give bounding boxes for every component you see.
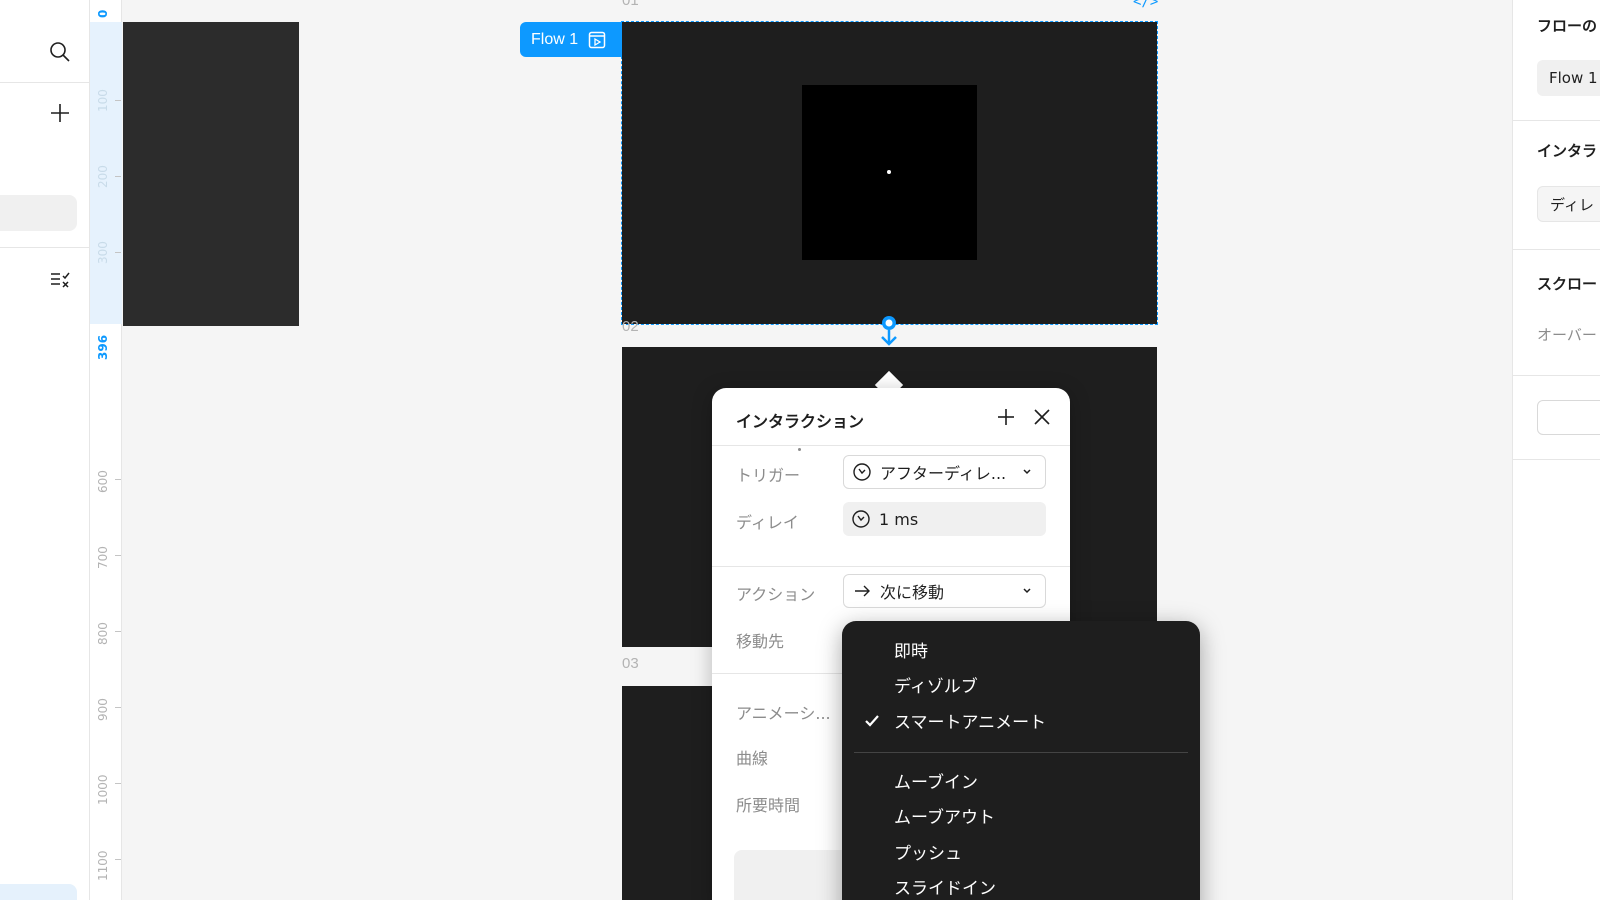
menu-item-instant[interactable]: 即時 <box>842 632 1200 667</box>
menu-item-label: ディゾルブ <box>894 677 978 697</box>
side-frame[interactable] <box>123 22 299 326</box>
interaction-section-title: インタラ <box>1537 142 1598 160</box>
ruler-label: 100 <box>96 89 110 112</box>
plus-icon <box>998 409 1014 425</box>
timer-icon <box>852 510 870 528</box>
menu-item-move-out[interactable]: ムーブアウト <box>842 798 1200 833</box>
interaction-chip-label: ディレ <box>1550 195 1594 214</box>
duration-label: 所要時間 <box>736 796 801 815</box>
scroll-indicator <box>798 448 801 451</box>
menu-divider <box>854 752 1188 753</box>
ruler-origin-label: 0 <box>96 9 110 18</box>
popup-title: インタラクション <box>736 412 865 431</box>
plus-icon[interactable] <box>48 101 72 125</box>
ruler-label: 300 <box>96 241 110 264</box>
search-icon[interactable] <box>48 40 72 64</box>
chevron-down-icon <box>1023 469 1031 475</box>
prototype-play-icon <box>588 31 606 48</box>
popup-header: インタラクション <box>712 388 1070 451</box>
selected-row[interactable] <box>0 884 77 900</box>
frame-label-02: 02 <box>622 318 639 335</box>
menu-item-label: ムーブアウト <box>894 808 995 828</box>
center-dot <box>887 170 891 174</box>
divider <box>1513 459 1600 460</box>
trigger-label: トリガー <box>736 466 801 485</box>
ruler-selection-end-label: 396 <box>96 334 110 360</box>
divider <box>0 247 90 248</box>
animation-label: アニメーシ... <box>736 704 831 723</box>
frame-01[interactable] <box>621 21 1158 325</box>
right-panel: フローの Flow 1 インタラ ディレ スクロー オーバー <box>1512 0 1600 900</box>
curve-label: 曲線 <box>736 749 769 768</box>
frame-label-03: 03 <box>622 655 639 672</box>
action-label: アクション <box>736 585 816 604</box>
ruler-label: 700 <box>96 546 110 569</box>
action-value: 次に移動 <box>880 583 945 602</box>
close-button[interactable] <box>1030 405 1054 429</box>
delay-value: 1 ms <box>879 509 919 529</box>
arrow-right-icon <box>855 585 870 597</box>
chevron-down-icon <box>1023 588 1031 594</box>
ruler-label: 200 <box>96 165 110 188</box>
ruler-label: 800 <box>96 622 110 645</box>
divider <box>1513 249 1600 250</box>
menu-item-dissolve[interactable]: ディゾルブ <box>842 667 1200 702</box>
inner-square-shape[interactable] <box>802 85 977 260</box>
menu-item-push[interactable]: プッシュ <box>842 834 1200 869</box>
left-toolbar <box>0 0 90 900</box>
add-interaction-button[interactable] <box>994 405 1018 429</box>
connector-handle-icon[interactable] <box>877 314 901 348</box>
divider <box>0 82 90 83</box>
menu-item-slide-in[interactable]: スライドイン <box>842 869 1200 900</box>
interaction-chip[interactable]: ディレ <box>1537 186 1600 222</box>
vertical-ruler: 0 100 200 300 396 600 700 800 900 1000 1… <box>90 0 122 900</box>
code-icon[interactable]: </> <box>1133 0 1158 10</box>
flow-section-title: フローの <box>1537 17 1598 35</box>
timer-icon <box>853 463 871 481</box>
flow-name-chip[interactable]: Flow 1 <box>1537 60 1600 96</box>
frame-label-01: 01 <box>622 0 639 9</box>
menu-item-label: スライドイン <box>894 879 996 899</box>
panel-button[interactable] <box>1537 400 1600 435</box>
ruler-label: 1000 <box>96 774 110 805</box>
ruler-label: 900 <box>96 698 110 721</box>
menu-item-label: ムーブイン <box>894 773 978 793</box>
divider <box>712 566 1070 567</box>
menu-item-smart-animate[interactable]: スマートアニメート <box>842 703 1200 738</box>
close-icon <box>1034 409 1050 425</box>
check-icon <box>865 715 879 727</box>
overflow-label: オーバー <box>1537 326 1597 344</box>
scroll-section-title: スクロー <box>1537 275 1598 293</box>
layers-list-icon[interactable] <box>48 268 72 292</box>
animation-dropdown-menu: 即時 ディゾルブ スマートアニメート ムーブイン ムーブアウト プッシュ スライ… <box>842 621 1200 900</box>
flow-chip-label: Flow 1 <box>1549 69 1598 87</box>
delay-label: ディレイ <box>736 513 799 532</box>
destination-label: 移動先 <box>736 632 785 651</box>
divider <box>1513 375 1600 376</box>
trigger-value: アフターディレ... <box>880 464 1007 483</box>
ruler-label: 1100 <box>96 850 110 881</box>
menu-item-label: プッシュ <box>894 844 962 864</box>
flow-start-tag[interactable]: Flow 1 <box>520 22 622 57</box>
menu-item-label: スマートアニメート <box>894 713 1047 733</box>
action-select[interactable]: 次に移動 <box>843 574 1046 608</box>
flow-tag-label: Flow 1 <box>531 30 579 48</box>
menu-item-move-in[interactable]: ムーブイン <box>842 763 1200 798</box>
ruler-label: 600 <box>96 470 110 493</box>
trigger-select[interactable]: アフターディレ... <box>843 455 1046 489</box>
menu-item-label: 即時 <box>894 642 928 662</box>
layer-row[interactable] <box>0 195 77 231</box>
divider <box>1513 120 1600 121</box>
delay-input[interactable]: 1 ms <box>843 502 1046 536</box>
